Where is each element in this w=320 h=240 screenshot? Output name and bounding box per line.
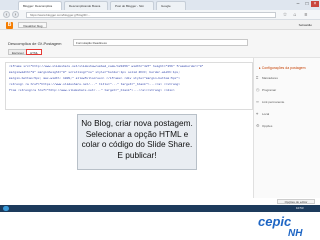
breadcrumb: · Postagem <box>41 41 62 46</box>
code-line: <iframe src="http://www.slideshare.net/s… <box>9 65 204 68</box>
address-bar-row: ‹ › https://www.blogger.com/blogger.g?bl… <box>0 10 320 20</box>
blogger-top-bar: B Visualizar blog Sebastião <box>0 20 320 30</box>
view-blog-button[interactable]: Visualizar blog <box>18 22 48 28</box>
sidebar-item-permalink[interactable]: Link permanente <box>262 100 284 104</box>
tab-descomplicando[interactable]: Descomplicando Busca <box>64 1 108 10</box>
tab-label: Descomplicando Busca <box>69 4 101 8</box>
close-icon[interactable]: × <box>311 1 319 7</box>
blogger-logo-icon[interactable]: B <box>6 22 13 29</box>
sidebar-item-location[interactable]: Local <box>262 112 269 116</box>
tab-label: Post do Blogger - Sim <box>115 4 145 8</box>
html-mode-button[interactable]: HTML <box>26 49 43 55</box>
tab-blogger[interactable]: Blogger: Descomplica <box>18 1 62 10</box>
tab-post-blogger[interactable]: Post do Blogger - Sim <box>110 1 154 10</box>
tab-label: Blogger: Descomplica <box>23 4 53 8</box>
logo-text-main: cepic <box>258 214 292 229</box>
home-icon[interactable]: ⌂ <box>292 12 298 18</box>
maximize-icon[interactable]: □ <box>303 1 311 7</box>
star-icon[interactable]: ☆ <box>282 12 288 18</box>
tab-label: Google <box>161 4 171 8</box>
compose-mode-button[interactable]: Escrever <box>8 49 28 55</box>
editor-options-button[interactable]: Opções do editor <box>277 199 315 204</box>
sidebar-item-options[interactable]: Opções <box>262 124 272 128</box>
minimize-icon[interactable]: – <box>294 1 302 7</box>
location-icon: ⌖ <box>256 111 259 116</box>
link-icon: ∞ <box>256 99 259 104</box>
os-taskbar <box>0 205 320 212</box>
code-line: from <strong><a href="http://www.slidesh… <box>9 89 175 92</box>
sidebar-item-schedule[interactable]: Programar <box>262 88 276 92</box>
sidebar-item-labels[interactable]: Marcadores <box>262 76 278 80</box>
post-editor-header: Descomplica de Gl... · Postagem Formulaç… <box>0 30 320 58</box>
logo-text-sub: NH <box>288 228 303 238</box>
url-input[interactable]: https://www.blogger.com/blogger.g?blogID… <box>26 12 276 18</box>
html-editor[interactable]: <iframe src="http://www.slideshare.net/s… <box>5 62 253 110</box>
blog-name[interactable]: Descomplica de Gl... <box>8 41 45 46</box>
tag-icon: ⌗ <box>256 75 259 80</box>
post-title-input[interactable]: Formulação Readiness <box>73 39 248 46</box>
sidebar-title: ▸ Configurações da postagem <box>259 66 306 70</box>
cepic-logo: cepic NH <box>258 214 303 238</box>
browser-tab-bar: Blogger: Descomplica Descomplicando Busc… <box>0 0 320 10</box>
clock-icon: ◷ <box>256 87 260 92</box>
start-button-icon[interactable] <box>3 206 9 211</box>
forward-icon[interactable]: › <box>12 11 19 18</box>
taskbar-clock: 10:53 <box>296 206 304 210</box>
gear-icon: ⚙ <box>256 123 260 128</box>
back-icon[interactable]: ‹ <box>3 11 10 18</box>
instruction-callout: No Blog, criar nova postagem. Selecionar… <box>77 114 197 170</box>
callout-text: No Blog, criar nova postagem. Selecionar… <box>81 118 193 160</box>
menu-icon[interactable]: ≡ <box>303 12 309 18</box>
user-menu[interactable]: Sebastião <box>299 22 312 28</box>
tab-google[interactable]: Google <box>156 1 186 10</box>
